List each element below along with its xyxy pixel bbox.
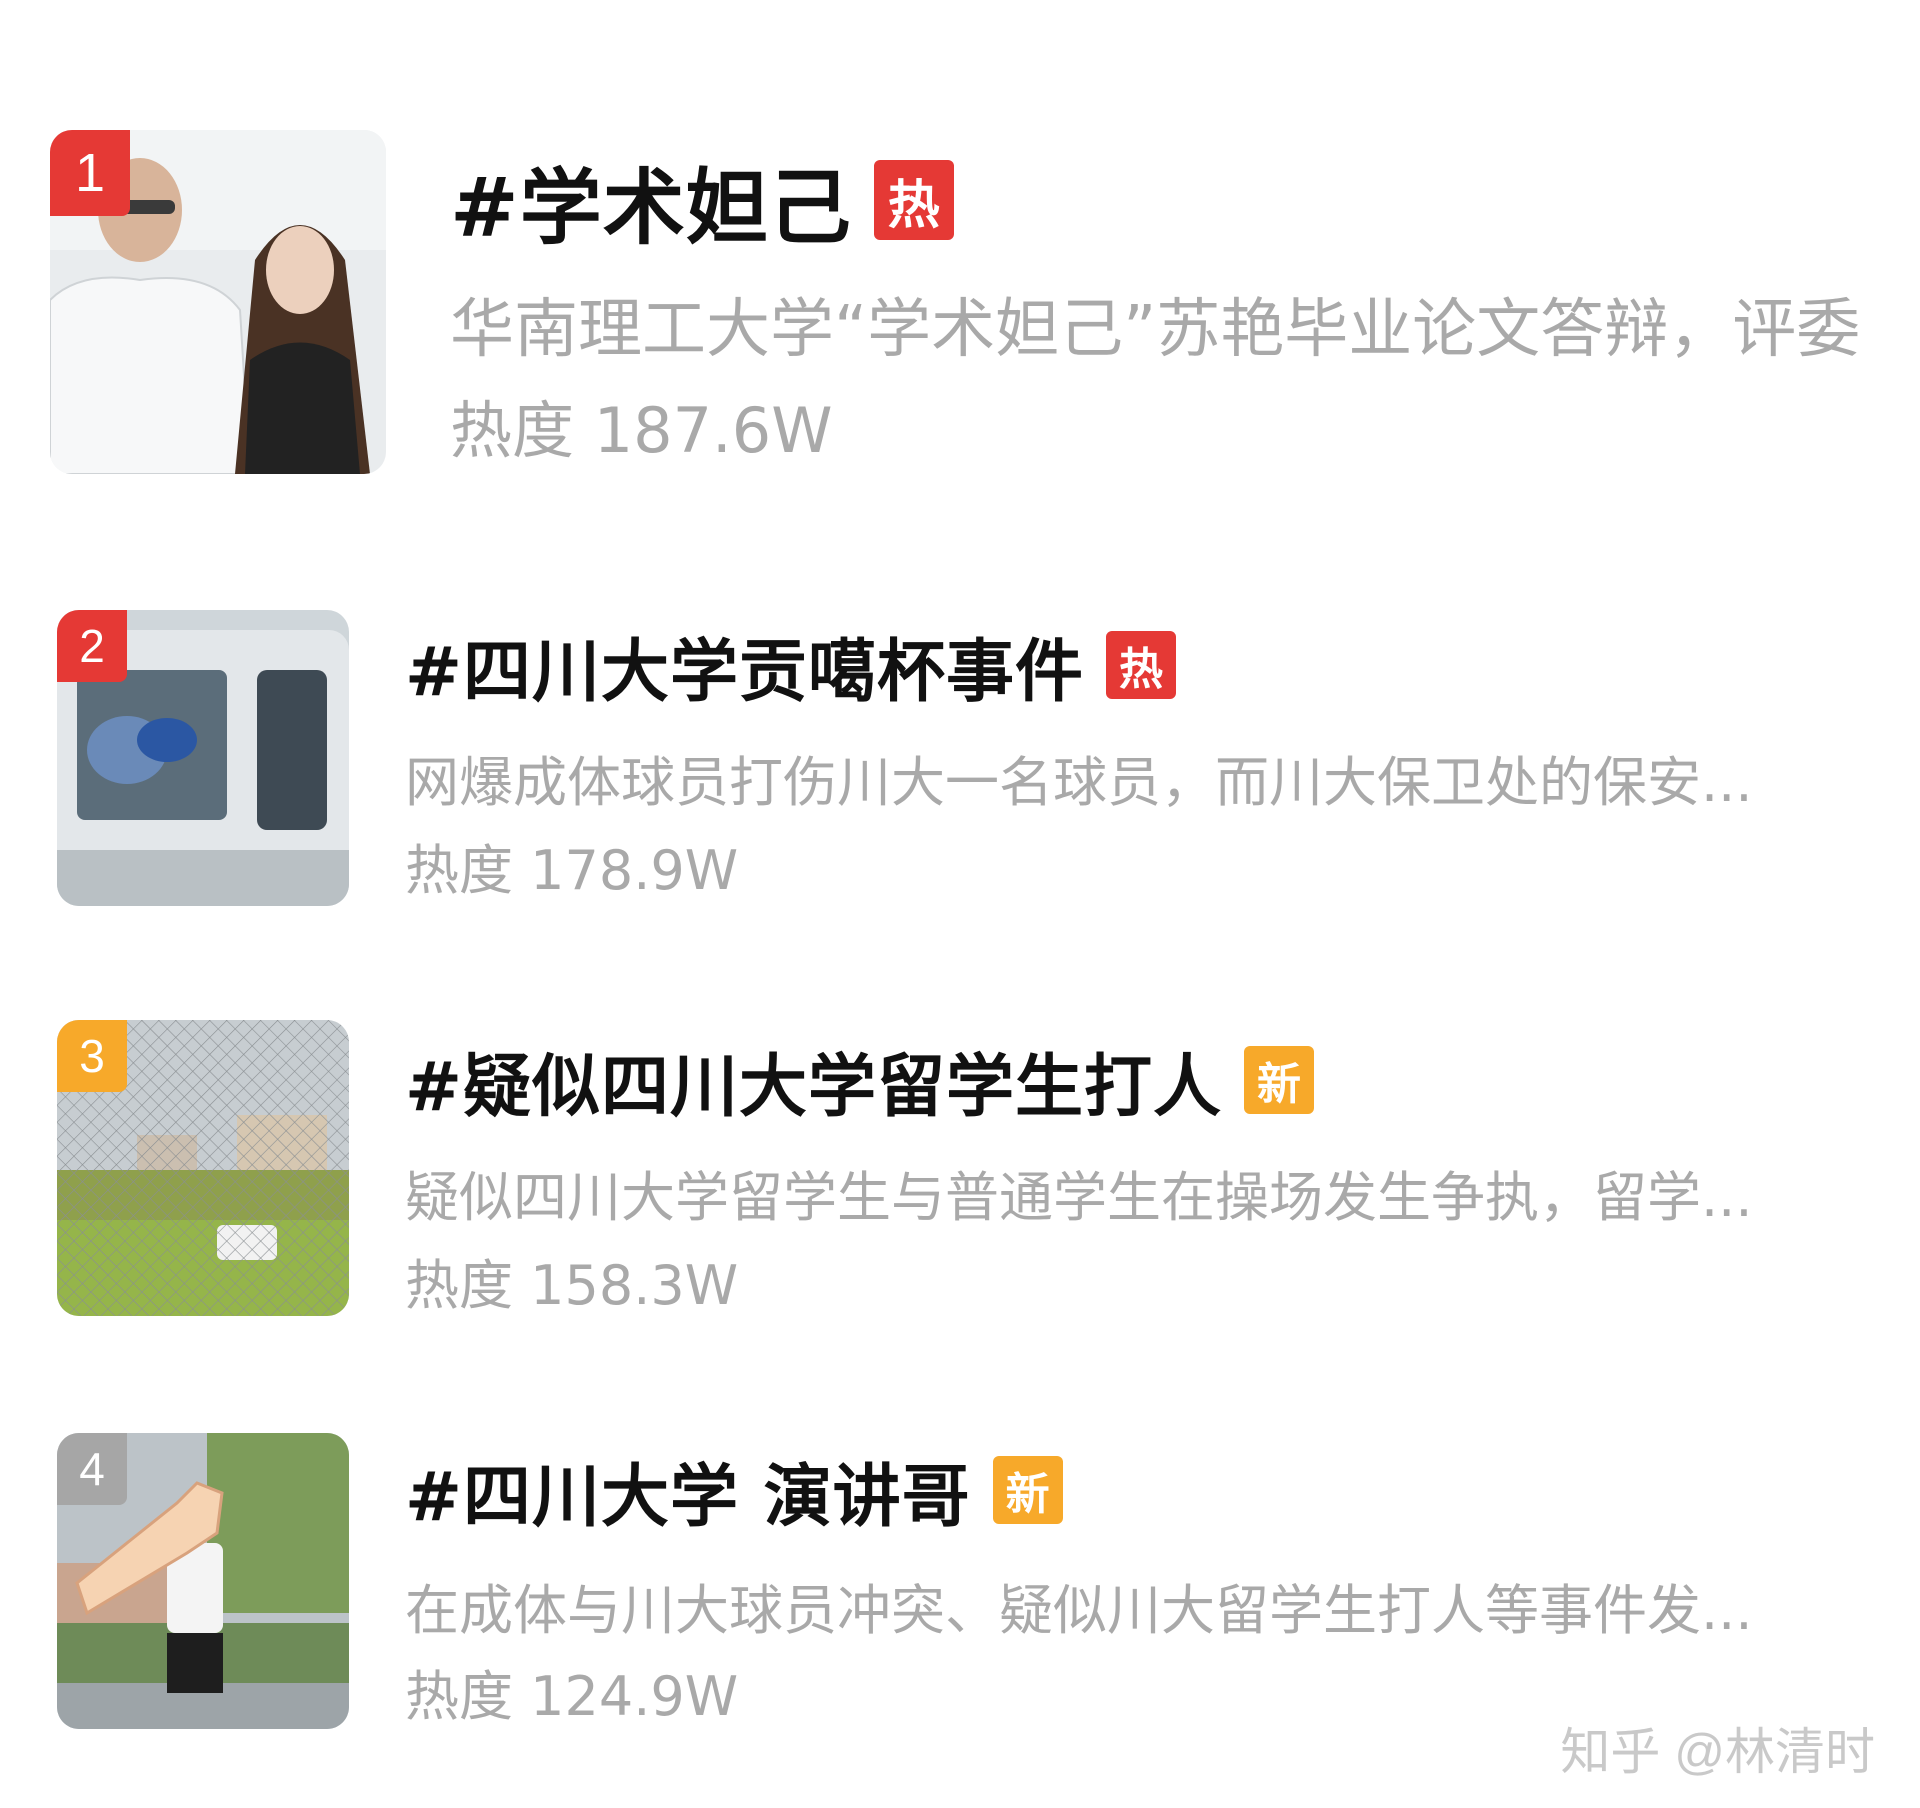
trending-title-row: #疑似四川大学留学生打人 新 [405,1035,1314,1127]
heat-value: 热度 158.3W [405,1254,739,1317]
trending-description: 在成体与川大球员冲突、疑似川大留学生打人等事件发... [405,1579,1753,1642]
hot-badge: 热 [1105,631,1176,699]
heat-value: 热度 178.9W [405,839,739,902]
trending-item-3[interactable]: 3 #疑似四川大学留学生打人 新 疑似四川大学留学生与普通学生在操场发生争执，留… [0,975,1920,1355]
rank-badge: 1 [50,130,130,216]
trending-thumbnail-1[interactable]: 1 [50,130,386,474]
trending-description: 华南理工大学“学术妲己”苏艳毕业论文答辩，评委 [450,293,1861,367]
trending-thumbnail-4[interactable]: 4 [57,1433,349,1729]
trending-thumbnail-2[interactable]: 2 [57,610,349,906]
trending-title[interactable]: #学术妲己 [450,141,852,260]
trending-title-row: #四川大学贡噶杯事件 热 [405,620,1176,712]
heat-value: 热度 124.9W [405,1665,739,1728]
trending-title[interactable]: #四川大学 演讲哥 [405,1441,971,1540]
new-badge: 新 [1243,1046,1314,1114]
heat-value: 热度 187.6W [450,394,833,467]
trending-title[interactable]: #疑似四川大学留学生打人 [405,1031,1222,1130]
trending-title[interactable]: #四川大学贡噶杯事件 [405,616,1084,715]
new-badge: 新 [992,1456,1063,1524]
trending-thumbnail-3[interactable]: 3 [57,1020,349,1316]
trending-description: 疑似四川大学留学生与普通学生在操场发生争执，留学... [405,1166,1753,1229]
trending-item-1[interactable]: 1 #学术妲己 热 华南理工大学“学术妲己”苏艳毕业论文答辩，评委 热度 187… [0,0,1920,480]
trending-title-row: #学术妲己 热 [450,150,954,256]
trending-title-row: #四川大学 演讲哥 新 [405,1445,1063,1537]
rank-badge: 4 [57,1433,127,1505]
hot-badge: 热 [873,160,954,240]
trending-description: 网爆成体球员打伤川大一名球员，而川大保卫处的保安... [405,751,1753,814]
trending-item-2[interactable]: 2 #四川大学贡噶杯事件 热 网爆成体球员打伤川大一名球员，而川大保卫处的保安.… [0,560,1920,940]
rank-badge: 3 [57,1020,127,1092]
rank-badge: 2 [57,610,127,682]
watermark: 知乎 @林清时 [1560,1724,1875,1780]
